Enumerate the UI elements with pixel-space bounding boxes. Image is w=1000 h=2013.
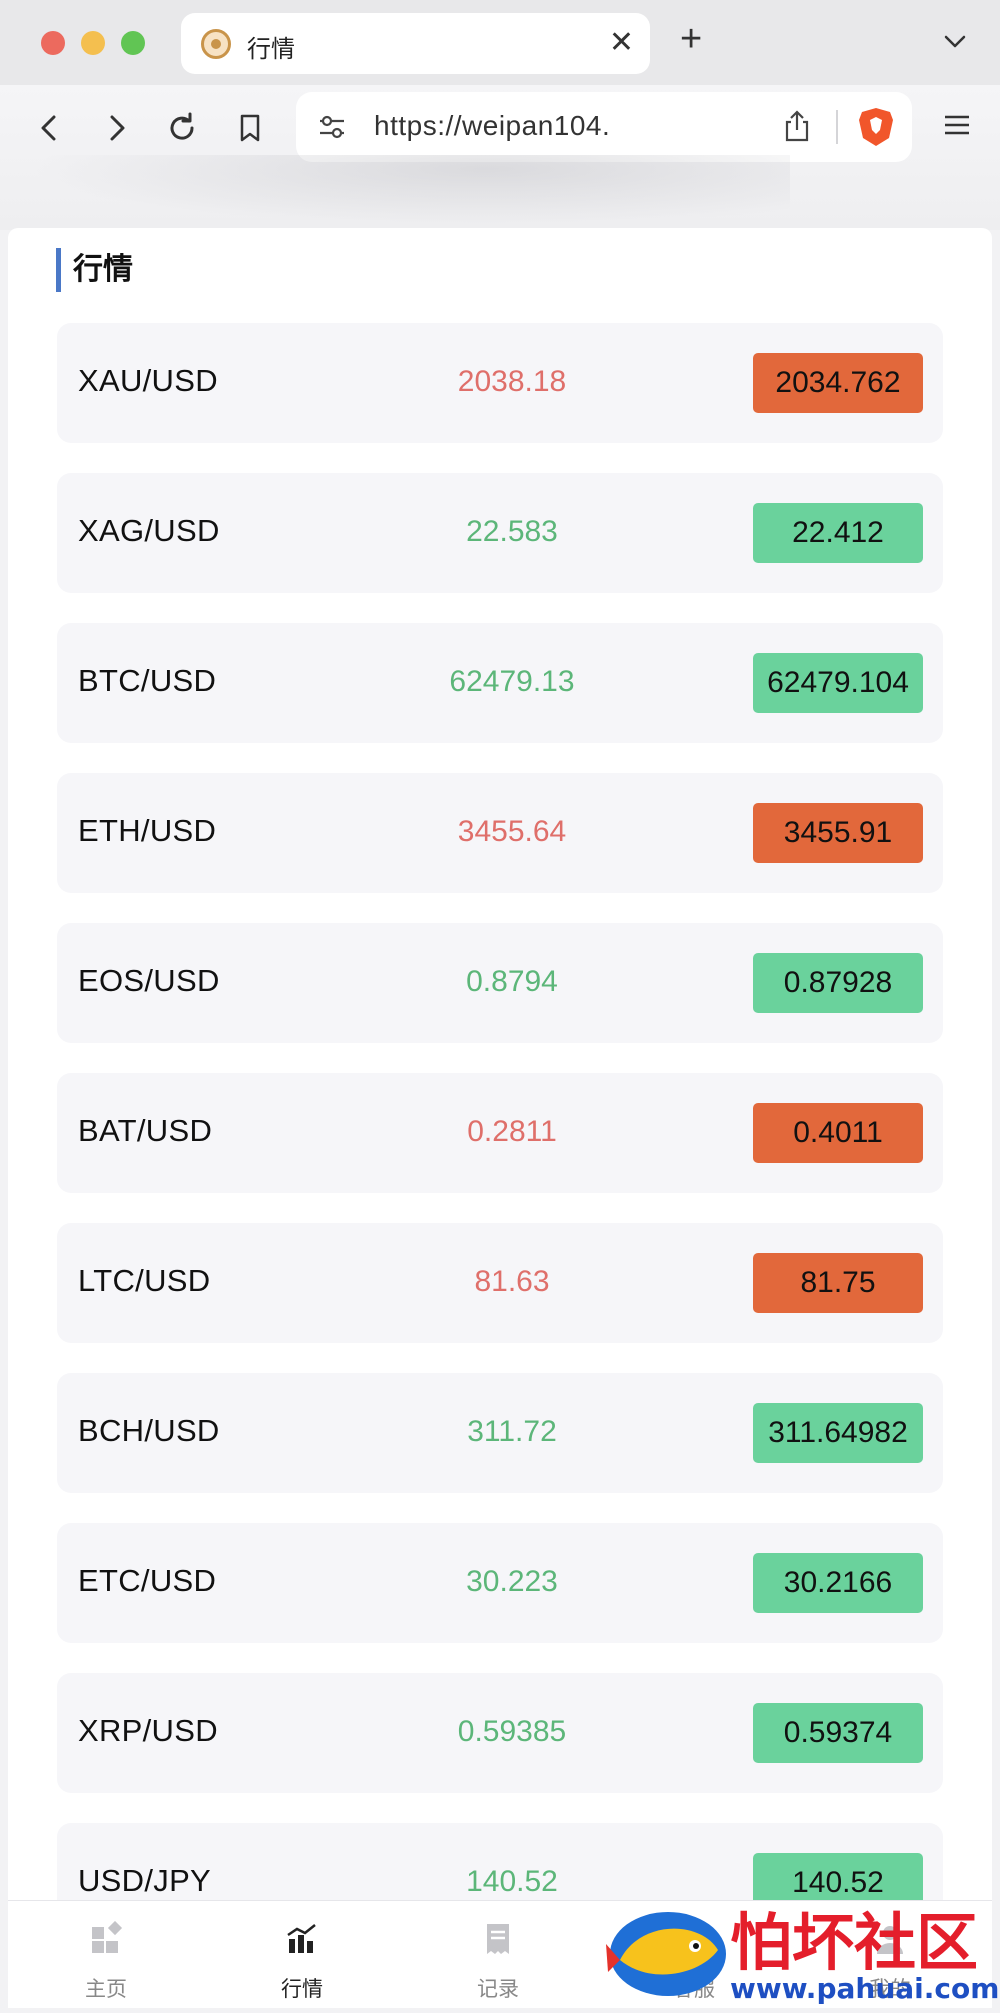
quote-badge[interactable]: 0.87928 — [753, 953, 923, 1013]
quote-row[interactable]: BAT/USD 0.2811 0.4011 — [57, 1073, 943, 1193]
quote-badge[interactable]: 62479.104 — [753, 653, 923, 713]
tab-market[interactable]: 行情 — [204, 1901, 400, 2009]
quote-symbol: BTC/USD — [78, 663, 217, 698]
quote-badge[interactable]: 2034.762 — [753, 353, 923, 413]
quote-row[interactable]: BTC/USD 62479.13 62479.104 — [57, 623, 943, 743]
receipt-icon — [487, 1924, 509, 1954]
quote-badge[interactable]: 0.4011 — [753, 1103, 923, 1163]
home-grid-icon — [92, 1921, 123, 1953]
close-tab-icon[interactable]: ✕ — [609, 25, 634, 60]
quote-symbol: BAT/USD — [78, 1113, 213, 1148]
quote-price: 311.72 — [467, 1415, 557, 1448]
quote-badge[interactable]: 30.2166 — [753, 1553, 923, 1613]
quote-row[interactable]: USD/JPY 140.52 140.52 — [57, 1823, 943, 1900]
quote-price: 62479.13 — [449, 665, 575, 698]
quote-symbol: ETH/USD — [78, 813, 217, 848]
tab-records[interactable]: 记录 — [400, 1901, 596, 2009]
tab-home[interactable]: 主页 — [8, 1901, 204, 2009]
quote-price: 3455.64 — [457, 815, 567, 848]
page-title: 行情 — [56, 248, 133, 292]
site-favicon-icon — [201, 29, 231, 59]
share-icon[interactable] — [780, 108, 814, 144]
close-window-button[interactable] — [41, 31, 65, 55]
quote-row[interactable]: EOS/USD 0.8794 0.87928 — [57, 923, 943, 1043]
quote-price: 81.63 — [474, 1265, 550, 1298]
tab-home-label: 主页 — [85, 1978, 127, 2001]
minimize-window-button[interactable] — [81, 31, 105, 55]
quote-row[interactable]: ETH/USD 3455.64 3455.91 — [57, 773, 943, 893]
back-icon[interactable] — [32, 110, 68, 146]
quote-badge[interactable]: 22.412 — [753, 503, 923, 563]
brave-shield-icon[interactable] — [856, 106, 896, 148]
bar-chart-icon — [287, 1924, 316, 1953]
quote-row[interactable]: BCH/USD 311.72 311.64982 — [57, 1373, 943, 1493]
site-settings-icon[interactable] — [316, 111, 348, 143]
address-bar[interactable]: https://weipan104. — [296, 92, 912, 162]
quote-price: 22.583 — [466, 515, 558, 548]
quote-price: 2038.18 — [457, 365, 567, 398]
quote-symbol: USD/JPY — [78, 1863, 212, 1898]
bookmark-icon[interactable] — [232, 110, 268, 146]
tab-title: 行情 — [247, 36, 295, 63]
quote-symbol: LTC/USD — [78, 1263, 211, 1298]
new-tab-icon[interactable]: + — [680, 20, 702, 58]
market-page: 行情 XAU/USD 2038.18 2034.762 XAG/USD 22.583 22… — [8, 228, 992, 1900]
quote-symbol: BCH/USD — [78, 1413, 220, 1448]
quote-row[interactable]: LTC/USD 81.63 81.75 — [57, 1223, 943, 1343]
quote-symbol: XAG/USD — [78, 513, 220, 548]
address-bar-divider — [836, 110, 838, 144]
quote-badge[interactable]: 311.64982 — [753, 1403, 923, 1463]
quote-row[interactable]: XAU/USD 2038.18 2034.762 — [57, 323, 943, 443]
reload-icon[interactable] — [164, 110, 200, 146]
maximize-window-button[interactable] — [121, 31, 145, 55]
quote-price: 0.8794 — [466, 965, 558, 998]
quote-symbol: ETC/USD — [78, 1563, 217, 1598]
forward-icon[interactable] — [98, 110, 134, 146]
quote-row[interactable]: ETC/USD 30.223 30.2166 — [57, 1523, 943, 1643]
watermark: 怕坏社区 www.pahuai.com — [600, 1900, 1000, 2008]
quote-price: 140.52 — [466, 1865, 558, 1898]
quote-symbol: XRP/USD — [78, 1713, 218, 1748]
menu-icon[interactable] — [942, 110, 972, 140]
quote-price: 30.223 — [466, 1565, 558, 1598]
quote-symbol: XAU/USD — [78, 363, 218, 398]
watermark-url: www.pahuai.com — [730, 1972, 1000, 2005]
tab-records-label: 记录 — [477, 1978, 519, 2001]
blurred-header-area — [30, 155, 790, 225]
quote-list: XAU/USD 2038.18 2034.762 XAG/USD 22.583 22.41… — [57, 323, 943, 1900]
quote-row[interactable]: XRP/USD 0.59385 0.59374 — [57, 1673, 943, 1793]
quote-badge[interactable]: 3455.91 — [753, 803, 923, 863]
quote-badge[interactable]: 81.75 — [753, 1253, 923, 1313]
watermark-text: 怕坏社区 — [730, 1906, 979, 1979]
chevron-down-icon[interactable] — [940, 26, 970, 56]
quote-row[interactable]: XAG/USD 22.583 22.412 — [57, 473, 943, 593]
quote-badge[interactable]: 0.59374 — [753, 1703, 923, 1763]
quote-price: 0.2811 — [467, 1115, 557, 1148]
url-text[interactable]: https://weipan104. — [374, 110, 610, 142]
active-tab[interactable]: 行情 ✕ — [181, 13, 650, 74]
quote-price: 0.59385 — [457, 1715, 567, 1748]
quote-symbol: EOS/USD — [78, 963, 220, 998]
browser-toolbar: https://weipan104. — [0, 85, 1000, 230]
tab-market-label: 行情 — [281, 1978, 323, 2001]
browser-tab-bar: 行情 ✕ + — [0, 0, 1000, 85]
